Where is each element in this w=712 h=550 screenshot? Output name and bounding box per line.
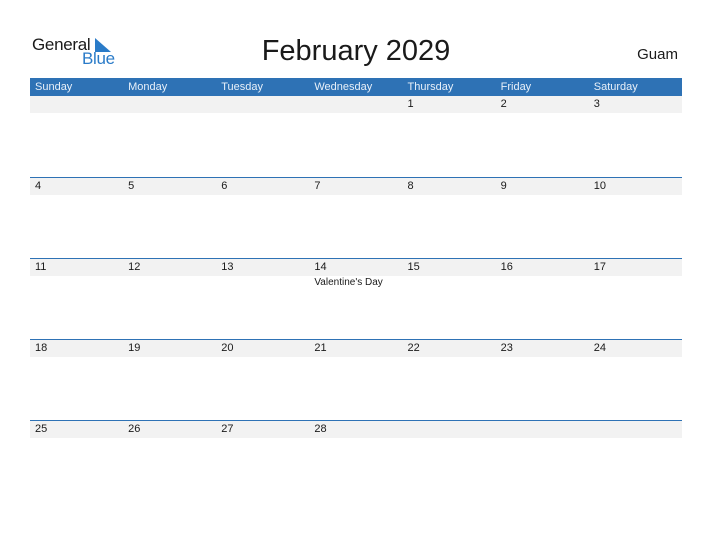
day-cell: 25	[35, 423, 48, 435]
weekday-sunday: Sunday	[35, 81, 73, 93]
day-cell	[496, 421, 589, 438]
day-cell: 26	[128, 423, 141, 435]
date-strip: 18 19 20 21 22 23 24	[30, 340, 682, 357]
calendar-title: February 2029	[261, 35, 451, 67]
date-strip: 25 26 27 28	[30, 421, 682, 438]
day-cell: 12	[128, 261, 141, 273]
event-row: Valentine's Day	[30, 276, 682, 290]
day-cell	[216, 96, 309, 113]
day-cell: 17	[593, 261, 606, 273]
day-cell	[309, 96, 402, 113]
day-cell: 3	[593, 98, 600, 110]
day-cell: 4	[35, 180, 42, 192]
weekday-wednesday: Wednesday	[314, 81, 373, 93]
day-cell: 23	[500, 342, 513, 354]
day-cell: 1	[407, 98, 414, 110]
weekday-header: Sunday Monday Tuesday Wednesday Thursday…	[30, 78, 682, 96]
day-cell	[123, 96, 216, 113]
day-cell: 20	[221, 342, 234, 354]
date-strip: 11 12 13 14 15 16 17	[30, 259, 682, 276]
weekday-monday: Monday	[128, 81, 168, 93]
day-cell: 13	[221, 261, 234, 273]
event-cell	[496, 276, 589, 290]
day-cell: 16	[500, 261, 513, 273]
date-strip: 4 5 6 7 8 9 10	[30, 178, 682, 195]
week-row-2: 4 5 6 7 8 9 10	[30, 177, 682, 259]
day-cell: 15	[407, 261, 420, 273]
event-cell	[216, 276, 309, 290]
day-cell	[589, 421, 682, 438]
day-cell: 27	[221, 423, 234, 435]
weekday-tuesday: Tuesday	[221, 81, 264, 93]
day-cell	[30, 96, 123, 113]
event-cell	[30, 276, 123, 290]
day-cell: 2	[500, 98, 507, 110]
day-cell: 18	[35, 342, 48, 354]
day-cell: 21	[314, 342, 327, 354]
day-cell: 14	[314, 261, 327, 273]
event-cell	[123, 276, 216, 290]
week-row-1: 1 2 3	[30, 96, 682, 177]
day-cell: 11	[35, 261, 47, 273]
weekday-friday: Friday	[500, 81, 532, 93]
holiday-valentines-day: Valentine's Day	[314, 277, 383, 288]
day-cell: 10	[593, 180, 606, 192]
day-cell: 24	[593, 342, 606, 354]
day-cell	[403, 421, 496, 438]
day-cell: 22	[407, 342, 420, 354]
day-cell: 19	[128, 342, 141, 354]
day-cell: 8	[407, 180, 414, 192]
date-strip: 1 2 3	[30, 96, 682, 113]
week-row-5: 25 26 27 28	[30, 420, 682, 502]
region-label: Guam	[637, 46, 678, 63]
event-cell	[403, 276, 496, 290]
weekday-saturday: Saturday	[593, 81, 638, 93]
day-cell: 28	[314, 423, 327, 435]
weekday-thursday: Thursday	[407, 81, 454, 93]
day-cell: 6	[221, 180, 228, 192]
day-cell: 7	[314, 180, 321, 192]
week-row-3: 11 12 13 14 15 16 17 Valentine's Day	[30, 258, 682, 340]
week-row-4: 18 19 20 21 22 23 24	[30, 339, 682, 421]
day-cell: 5	[128, 180, 135, 192]
event-cell	[589, 276, 682, 290]
day-cell: 9	[500, 180, 507, 192]
